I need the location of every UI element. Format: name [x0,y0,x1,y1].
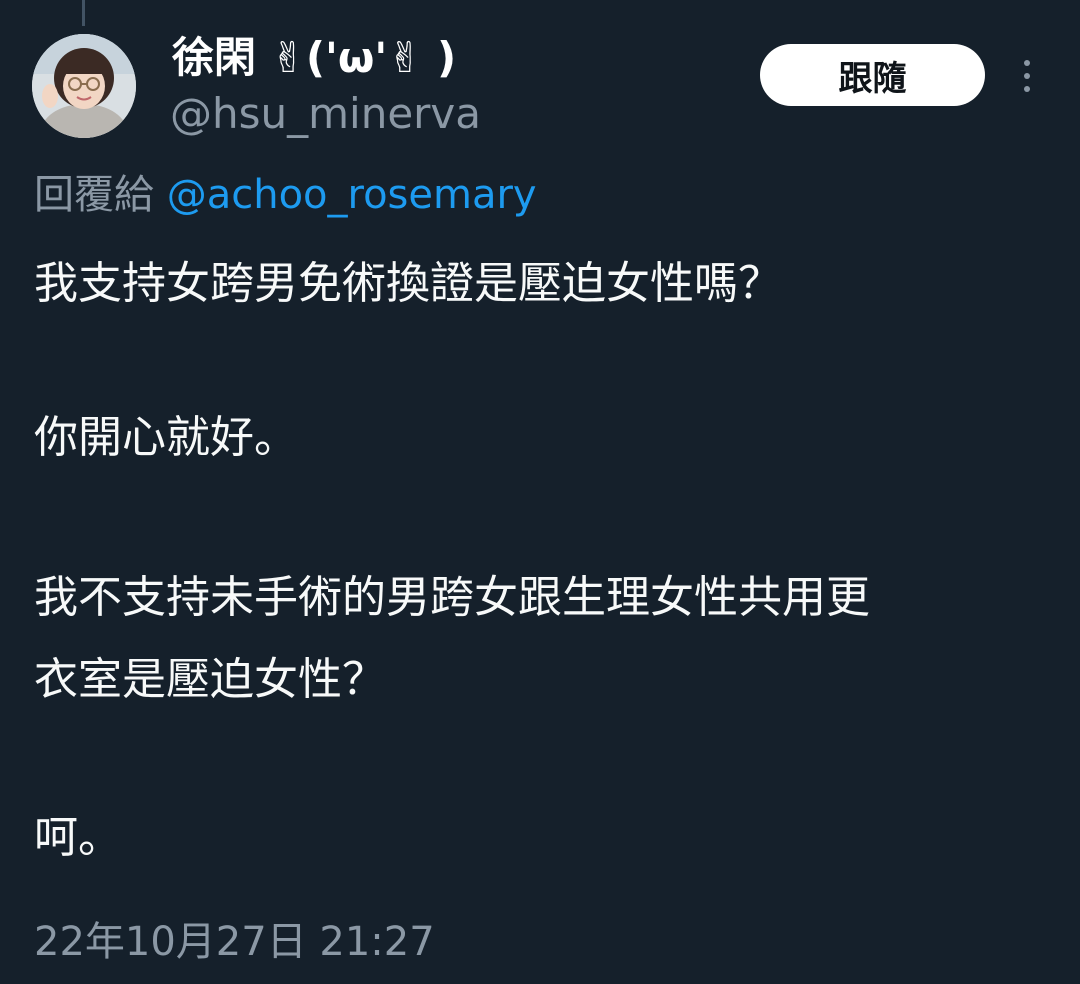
reply-mention-link[interactable]: @achoo_rosemary [167,172,537,218]
follow-button[interactable]: 跟隨 [760,44,985,106]
reply-prefix: 回覆給 [34,172,154,218]
more-options-icon[interactable] [1010,54,1044,98]
more-dot [1024,86,1030,92]
reply-context: 回覆給 @achoo_rosemary [34,168,537,222]
avatar-photo-icon [32,34,136,138]
more-dot [1024,73,1030,79]
author-handle[interactable]: @hsu_minerva [170,88,481,140]
author-display-name[interactable]: 徐閑 ✌('ω'✌ ) [172,30,456,86]
more-dot [1024,60,1030,66]
thread-connector-line [82,0,85,26]
tweet-text-line: 呵。 [34,812,122,863]
tweet-text-line: 我不支持未手術的男跨女跟生理女性共用更 [34,572,870,623]
tweet-timestamp[interactable]: 22年10月27日 21:27 [34,914,435,970]
author-avatar[interactable] [32,34,136,138]
tweet-detail: 徐閑 ✌('ω'✌ ) @hsu_minerva 跟隨 回覆給 @achoo_r… [0,0,1080,984]
tweet-text-line: 你開心就好。 [34,412,298,463]
tweet-text-line: 我支持女跨男免術換證是壓迫女性嗎？ [34,258,782,309]
tweet-text-line: 衣室是壓迫女性？ [34,654,386,705]
